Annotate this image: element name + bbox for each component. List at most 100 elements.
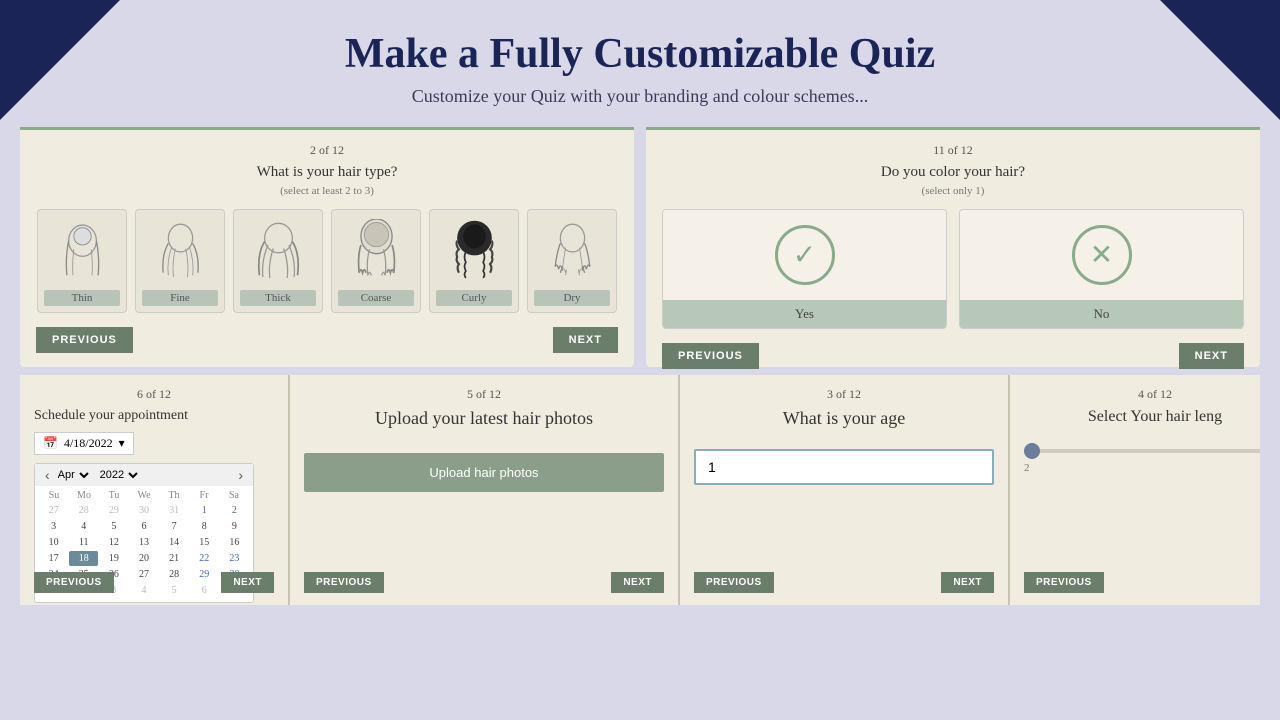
cal-day[interactable]: 5 [99,519,128,534]
hair-label-curly: Curly [436,290,512,306]
slider-min-label: 2 [1024,462,1030,474]
cal-day[interactable]: 13 [129,535,158,550]
color-hair-title: Do you color your hair? [662,164,1244,181]
cal-day[interactable]: 11 [69,535,98,550]
bottom-row: 6 of 12 Schedule your appointment 📅 4/18… [20,375,1260,605]
cal-day[interactable]: 7 [160,519,189,534]
hair-option-thin[interactable]: Thin [37,209,127,313]
cal-days-header: SuMoTuWeThFrSa [39,490,249,501]
cal-day[interactable]: 10 [39,535,68,550]
date-picker[interactable]: 📅 4/18/2022 ▾ [34,432,134,455]
upload-nav: PREVIOUS NEXT [304,572,664,593]
color-hair-next-button[interactable]: NEXT [1179,343,1244,369]
cal-day[interactable]: 4 [69,519,98,534]
dropdown-arrow: ▾ [119,436,125,451]
hair-length-nav: PREVIOUS [1024,572,1260,593]
cal-day[interactable]: 6 [129,519,158,534]
slider-labels: 2 17 [1024,462,1260,474]
age-card: 3 of 12 What is your age PREVIOUS NEXT [680,375,1010,605]
cal-day[interactable]: 16 [220,535,249,550]
hair-label-thin: Thin [44,290,120,306]
cal-prev-month[interactable]: ‹ [41,467,54,483]
hair-img-thick [248,216,308,286]
cal-day[interactable]: 3 [39,519,68,534]
upload-next-button[interactable]: NEXT [611,572,664,593]
age-progress: 3 of 12 [694,387,994,402]
cal-day[interactable]: 17 [39,551,68,566]
cal-day[interactable]: 19 [99,551,128,566]
cal-day[interactable]: 12 [99,535,128,550]
slider-container: 2 17 [1024,440,1260,474]
schedule-nav: PREVIOUS NEXT [34,572,274,593]
hair-option-fine[interactable]: Fine [135,209,225,313]
hair-label-fine: Fine [142,290,218,306]
no-option[interactable]: ✕ No [959,209,1244,329]
upload-prev-button[interactable]: PREVIOUS [304,572,384,593]
hair-length-card: 4 of 12 Select Your hair leng 2 17 PREVI… [1010,375,1260,605]
hair-img-dry [542,216,602,286]
hair-type-prev-button[interactable]: PREVIOUS [36,327,133,353]
hair-length-title: Select Your hair leng [1024,408,1260,426]
cal-day[interactable]: 15 [190,535,219,550]
cal-year-select[interactable]: 2022 [96,468,141,482]
hair-type-progress: 2 of 12 [36,143,618,158]
hair-options-list: Thin Fine [36,209,618,313]
hair-img-curly [444,216,504,286]
x-icon: ✕ [1072,225,1132,285]
color-hair-prev-button[interactable]: PREVIOUS [662,343,759,369]
upload-photos-button[interactable]: Upload hair photos [304,453,664,492]
schedule-prev-button[interactable]: PREVIOUS [34,572,114,593]
schedule-title: Schedule your appointment [34,408,274,424]
hair-type-title: What is your hair type? [36,164,618,181]
age-input[interactable] [694,449,994,485]
hair-option-curly[interactable]: Curly [429,209,519,313]
cal-day[interactable]: 1 [190,503,219,518]
cal-day-today[interactable]: 18 [69,551,98,566]
age-next-button[interactable]: NEXT [941,572,994,593]
age-nav: PREVIOUS NEXT [694,572,994,593]
hair-option-thick[interactable]: Thick [233,209,323,313]
cal-day[interactable]: 21 [160,551,189,566]
yes-option[interactable]: ✓ Yes [662,209,947,329]
hair-img-thin [52,216,112,286]
hair-type-nav: PREVIOUS NEXT [36,327,618,353]
cal-day[interactable]: 8 [190,519,219,534]
cal-day[interactable]: 23 [220,551,249,566]
cal-next-month[interactable]: › [234,467,247,483]
hair-type-next-button[interactable]: NEXT [553,327,618,353]
cal-day[interactable]: 20 [129,551,158,566]
top-row: 2 of 12 What is your hair type? (select … [20,127,1260,367]
cal-day[interactable]: 29 [99,503,128,518]
page-title: Make a Fully Customizable Quiz [0,30,1280,78]
hair-length-slider[interactable] [1024,449,1260,453]
hair-img-fine [150,216,210,286]
age-title: What is your age [694,408,994,429]
cal-day[interactable]: 9 [220,519,249,534]
hair-label-thick: Thick [240,290,316,306]
cal-day[interactable]: 2 [220,503,249,518]
cal-day[interactable]: 31 [160,503,189,518]
color-hair-nav: PREVIOUS NEXT [662,343,1244,369]
calendar-icon: 📅 [43,436,58,451]
cal-month-select[interactable]: Apr [54,468,92,482]
hair-label-dry: Dry [534,290,610,306]
schedule-card: 6 of 12 Schedule your appointment 📅 4/18… [20,375,290,605]
hair-length-prev-button[interactable]: PREVIOUS [1024,572,1104,593]
cards-area: 2 of 12 What is your hair type? (select … [0,127,1280,605]
cal-day[interactable]: 28 [69,503,98,518]
hair-option-coarse[interactable]: Coarse [331,209,421,313]
upload-title: Upload your latest hair photos [304,408,664,429]
hair-option-dry[interactable]: Dry [527,209,617,313]
upload-card: 5 of 12 Upload your latest hair photos U… [290,375,680,605]
cal-day[interactable]: 27 [39,503,68,518]
color-hair-progress: 11 of 12 [662,143,1244,158]
cal-day[interactable]: 30 [129,503,158,518]
date-value: 4/18/2022 [64,436,113,451]
color-hair-card: 11 of 12 Do you color your hair? (select… [646,127,1260,367]
schedule-progress: 6 of 12 [34,387,274,402]
age-prev-button[interactable]: PREVIOUS [694,572,774,593]
cal-day[interactable]: 14 [160,535,189,550]
no-icon-area: ✕ [960,210,1243,300]
schedule-next-button[interactable]: NEXT [221,572,274,593]
cal-day[interactable]: 22 [190,551,219,566]
